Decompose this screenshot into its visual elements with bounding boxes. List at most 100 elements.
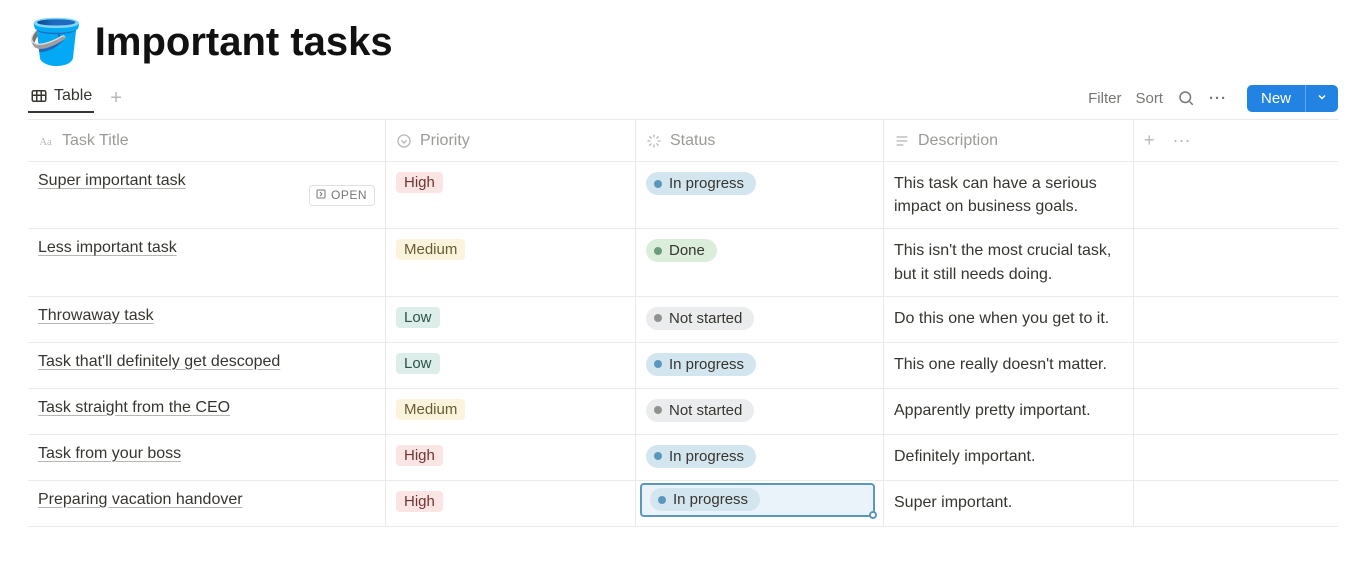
column-options-button[interactable]: ··· [1173,130,1191,151]
cell-resize-handle[interactable] [869,511,877,519]
priority-tag: Medium [396,399,465,420]
col-header-description[interactable]: Description [884,120,1134,161]
task-title-link[interactable]: Task straight from the CEO [38,399,230,417]
task-title-link[interactable]: Task that'll definitely get descoped [38,353,280,371]
table-row: Super important task OPEN High In progress T… [28,162,1338,229]
cell-description[interactable]: Definitely important. [884,435,1134,480]
open-row-label: OPEN [331,188,367,202]
text-block-icon [894,133,910,149]
task-title-link[interactable]: Preparing vacation handover [38,491,243,509]
cell-description[interactable]: This one really doesn't matter. [884,343,1134,388]
col-header-title[interactable]: Aa Task Title [28,120,386,161]
table-icon [30,87,48,105]
status-dot-icon [654,452,662,460]
status-dot-icon [654,180,662,188]
cell-description[interactable]: This isn't the most crucial task, but it… [884,229,1134,295]
cell-status[interactable]: In progress [636,481,884,526]
cell-extra [1134,297,1338,342]
svg-text:Aa: Aa [39,137,52,148]
task-title-link[interactable]: Less important task [38,239,177,257]
cell-title[interactable]: Less important task [28,229,386,295]
col-header-status-label: Status [670,132,715,150]
cell-priority[interactable]: High [386,481,636,526]
status-pill: In progress [650,488,760,511]
add-view-button[interactable]: + [104,86,128,110]
cell-description[interactable]: Super important. [884,481,1134,526]
cell-title[interactable]: Super important task OPEN [28,162,386,228]
cell-extra [1134,481,1338,526]
col-header-status[interactable]: Status [636,120,884,161]
view-tabs: Table + [28,83,128,113]
col-header-priority[interactable]: Priority [386,120,636,161]
cell-priority[interactable]: Low [386,343,636,388]
search-icon[interactable] [1177,89,1195,107]
priority-tag: Medium [396,239,465,260]
status-type-icon [646,133,662,149]
status-dot-icon [654,360,662,368]
status-pill: In progress [646,172,756,195]
cell-description[interactable]: Do this one when you get to it. [884,297,1134,342]
view-bar: Table + Filter Sort ··· New [28,83,1338,117]
more-icon[interactable]: ··· [1209,90,1227,107]
cell-priority[interactable]: Medium [386,389,636,434]
cell-status[interactable]: Not started [636,297,884,342]
cell-extra [1134,435,1338,480]
description-text: This one really doesn't matter. [894,353,1107,376]
cell-title[interactable]: Preparing vacation handover [28,481,386,526]
status-pill: In progress [646,445,756,468]
priority-tag: Low [396,307,440,328]
status-label: In progress [669,175,744,192]
task-title-link[interactable]: Throwaway task [38,307,154,325]
sort-button[interactable]: Sort [1135,90,1163,107]
table-row: Throwaway task Low Not started Do this one … [28,297,1338,343]
status-label: In progress [669,448,744,465]
open-row-button[interactable]: OPEN [309,185,375,206]
priority-tag: High [396,172,443,193]
priority-tag: High [396,445,443,466]
cell-priority[interactable]: Low [386,297,636,342]
description-text: Do this one when you get to it. [894,307,1109,330]
page-title[interactable]: Important tasks [95,20,393,65]
page-icon[interactable]: 🪣 [28,21,83,65]
cell-priority[interactable]: Medium [386,229,636,295]
cell-status[interactable]: Not started [636,389,884,434]
cell-status[interactable]: Done [636,229,884,295]
table: Aa Task Title Priority Status [28,119,1338,527]
status-dot-icon [658,496,666,504]
tab-table[interactable]: Table [28,83,94,113]
cell-priority[interactable]: High [386,435,636,480]
col-header-title-label: Task Title [62,132,129,150]
cell-extra [1134,229,1338,295]
cell-extra [1134,389,1338,434]
description-text: Apparently pretty important. [894,399,1091,422]
cell-description[interactable]: Apparently pretty important. [884,389,1134,434]
status-label: In progress [669,356,744,373]
cell-title[interactable]: Throwaway task [28,297,386,342]
cell-title[interactable]: Task from your boss [28,435,386,480]
chevron-down-icon [1316,90,1328,107]
cell-description[interactable]: This task can have a serious impact on b… [884,162,1134,228]
status-pill: Done [646,239,717,262]
open-icon [315,188,327,203]
cell-status[interactable]: In progress [636,435,884,480]
filter-button[interactable]: Filter [1088,90,1121,107]
description-text: This isn't the most crucial task, but it… [894,239,1123,285]
add-column-button[interactable]: + [1144,130,1155,151]
cell-title[interactable]: Task straight from the CEO [28,389,386,434]
cell-status[interactable]: In progress [636,162,884,228]
col-header-extra: + ··· [1134,120,1338,161]
new-button-group: New [1247,85,1338,112]
cell-status[interactable]: In progress [636,343,884,388]
status-editing-cell[interactable]: In progress [640,483,875,517]
new-button[interactable]: New [1247,85,1305,112]
cell-priority[interactable]: High [386,162,636,228]
description-text: Definitely important. [894,445,1035,468]
task-title-link[interactable]: Task from your boss [38,445,181,463]
cell-title[interactable]: Task that'll definitely get descoped [28,343,386,388]
new-button-dropdown[interactable] [1305,85,1338,112]
table-row: Task straight from the CEO Medium Not star… [28,389,1338,435]
status-label: Done [669,242,705,259]
col-header-priority-label: Priority [420,132,470,150]
task-title-link[interactable]: Super important task [38,172,186,190]
table-row: Task from your boss High In progress Defini… [28,435,1338,481]
